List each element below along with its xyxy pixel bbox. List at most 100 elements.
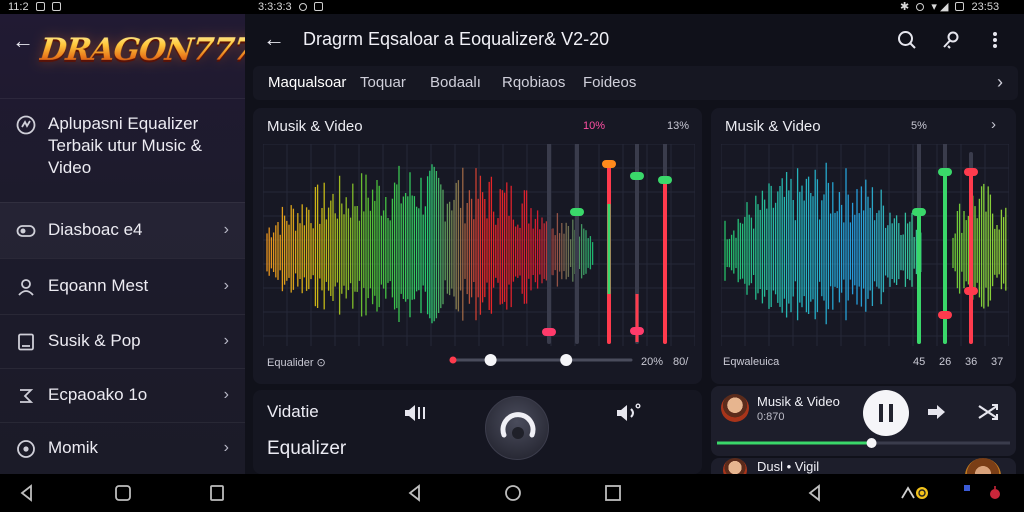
next-item-title: Dusl • Vigil [757,459,820,474]
tab-toquar[interactable]: Toquar [360,74,406,91]
tab-bodaali[interactable]: Bodaalı [430,74,481,91]
sidebar-item-diasboac[interactable]: Diasboac e4 › [0,202,245,258]
heading-line-2: Terbaik utur Music & [48,136,202,155]
shuffle-icon[interactable] [977,402,999,427]
playback-progress-bar[interactable] [711,436,1016,450]
heading-line-1: Aplupasni Equalizer [48,114,199,133]
tab-rqobiaos[interactable]: Rqobiaos [502,74,565,91]
status-left: 11:2 [8,0,61,14]
level-percent: 10% [583,120,606,132]
chevron-right-icon: › [223,221,229,238]
nav-home-icon[interactable] [502,482,524,504]
sidebar-item-eqoann[interactable]: Eqoann Mest › [0,258,245,314]
equalizer-footer-label: Eqwaleuica [723,356,780,368]
nav-home-icon[interactable] [112,482,134,504]
balance-slider[interactable] [447,351,635,369]
volume-up-icon[interactable] [615,402,643,424]
panel-title: Musik & Video [725,118,821,135]
sidebar-item-label: Momik [48,438,99,457]
main-content: ← Dragrm Eqsaloar a Eoqualizer& V2-20 Ma… [245,14,1024,474]
volume-label: Vidatie [267,402,319,421]
volume-knob[interactable] [485,396,549,460]
panel-title: Musik & Video [267,118,363,135]
sidebar-heading-item[interactable]: Aplupasni Equalizer Terbaik utur Music &… [0,98,245,202]
assistant-icon[interactable] [900,482,928,504]
equalizer-panel-secondary: Musik & Video 5% › Eqwaleuica 45 26 36 3… [711,108,1016,384]
sidebar-item-momik[interactable]: Momik › [0,422,245,474]
equalizer-footer-label: Equalider ⊙ [267,357,326,369]
chevron-right-icon[interactable]: › [997,72,1003,93]
battery-icon [955,2,965,11]
next-icon[interactable] [925,402,947,427]
avatar [723,458,747,474]
footer-value: 37 [991,356,1004,368]
tab-bar: Maqualsoar Toquar Bodaalı Rqobiaos Foide… [253,66,1018,100]
sidebar-item-ecpaoako[interactable]: Ecpaoako 1o › [0,368,245,422]
document-icon [16,332,36,352]
notification-icon [51,2,61,11]
status-right: ✱ ▾ ◢ 23:53 [900,0,999,14]
page-title: Dragrm Eqsaloar a Eoqualizer& V2-20 [303,29,610,49]
chevron-right-icon: › [223,439,229,456]
sidebar-item-susik[interactable]: Susik & Pop › [0,314,245,368]
sidebar-item-label: Ecpaoako 1o [48,385,148,404]
next-item-card[interactable]: Dusl • Vigil [711,458,1016,474]
search-icon[interactable] [895,28,919,52]
tab-maqualsoar[interactable]: Maqualsoar [268,74,346,91]
status-mid: 3:3:3:3 [258,0,323,14]
pause-button[interactable] [863,390,909,436]
footer-value: 45 [913,356,926,368]
user-icon [16,277,36,297]
footer-value: 26 [939,356,952,368]
sidebar: ← DRAGON777 Aplupasni Equalizer Terbaik … [0,14,256,474]
equalizer-badge-icon [16,115,36,135]
bluetooth-icon: ✱ [900,1,910,13]
sidebar-heading: Aplupasni Equalizer Terbaik utur Music &… [48,113,202,179]
sidebar-item-label: Diasboac e4 [48,220,143,239]
bug-icon[interactable] [984,482,1006,504]
volume-down-icon[interactable] [403,402,431,424]
level-percent-right: 13% [667,120,690,132]
signal-icon: ◢ [939,1,949,13]
waveform-visualizer [721,144,1009,346]
footer-value: 20% [641,356,664,368]
sidebar-item-label: Susik & Pop [48,331,141,350]
avatar [721,394,749,422]
chevron-right-icon[interactable]: › [991,116,996,133]
music-circle-icon [16,439,36,459]
nav-back-icon[interactable] [16,482,38,504]
footer-value: 36 [965,356,978,368]
track-time: 0:870 [757,411,785,423]
back-arrow-icon[interactable]: ← [12,28,34,54]
status-bar: 11:2 3:3:3:3 ✱ ▾ ◢ 23:53 [0,0,1024,14]
mic-icon[interactable] [939,28,963,52]
back-arrow-icon[interactable]: ← [263,26,285,52]
indicator-icon [962,480,972,491]
equalizer-label: Equalizer [267,438,347,459]
sync-icon [298,3,307,11]
app-bar: ← Dragrm Eqsaloar a Eoqualizer& V2-20 [245,14,1024,66]
more-vert-icon[interactable] [983,28,1007,52]
nav-back-icon[interactable] [404,482,426,504]
heading-line-3: Video [48,158,92,177]
level-percent: 5% [911,120,927,132]
brand-logo: DRAGON777 [38,32,257,68]
status-time: 11:2 [8,1,29,13]
toggle-icon [16,221,36,241]
music-icon [16,386,36,406]
waveform-visualizer [263,144,695,346]
nav-back-icon[interactable] [804,482,826,504]
nav-recents-icon[interactable] [206,482,228,504]
track-title: Musik & Video [757,394,840,409]
chevron-right-icon: › [223,277,229,294]
avatar [965,458,1001,474]
wifi-icon: ▾ [931,1,937,13]
status-clock: 23:53 [971,1,1000,13]
tab-foideos[interactable]: Foideos [583,74,636,91]
nav-recents-icon[interactable] [602,482,624,504]
equalizer-panel-main: Musik & Video 10% 13% Equalider ⊙ 20% 80… [253,108,702,384]
navigation-bar [0,474,1024,512]
now-playing-card[interactable]: Musik & Video 0:870 [711,386,1016,456]
controls-panel: Vidatie Equalizer [253,390,702,474]
status-time-mid: 3:3:3:3 [258,1,292,13]
